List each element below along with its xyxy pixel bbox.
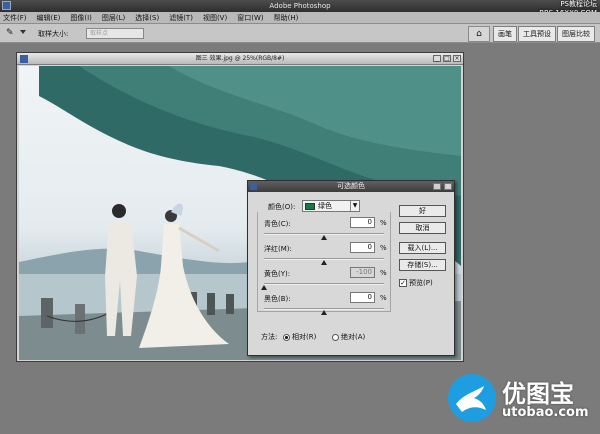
magenta-label: 洋红(M):: [264, 245, 292, 253]
checkmark-icon[interactable]: ✓: [399, 279, 407, 287]
brush-palette-icon[interactable]: ⌂: [468, 26, 490, 42]
black-slider-thumb[interactable]: [321, 310, 327, 315]
method-absolute-radio[interactable]: 绝对(A): [332, 332, 365, 342]
eyedropper-icon[interactable]: ✎: [6, 28, 18, 39]
dialog-close-icon[interactable]: ×: [444, 183, 452, 190]
method-relative-radio[interactable]: 相对(R): [283, 332, 316, 342]
menu-edit[interactable]: 编辑(E): [37, 13, 61, 23]
document-ps-icon: [20, 55, 28, 63]
menu-select[interactable]: 选择(S): [135, 13, 159, 23]
logo-url: utobao.com: [502, 405, 589, 420]
tab-tool-presets[interactable]: 工具预设: [518, 26, 556, 42]
cyan-label: 青色(C):: [264, 220, 291, 228]
sample-size-label: 取样大小:: [38, 30, 69, 38]
yellow-input[interactable]: -100: [350, 267, 375, 278]
yellow-unit: %: [380, 269, 387, 277]
sliders-group: 青色(C): 0 % 洋红(M): 0 % 黄色(Y): -100 % 黑色(B…: [257, 212, 391, 315]
tab-layer-comps[interactable]: 图层比较: [557, 26, 595, 42]
selective-color-dialog: 可选颜色 × 颜色(O): 绿色 ▼ 青色(C): 0 % 洋红(M): 0 %…: [247, 180, 455, 356]
color-select-value: 绿色: [318, 202, 332, 210]
menu-filter[interactable]: 滤镜(T): [169, 13, 193, 23]
black-label: 黑色(B):: [264, 295, 291, 303]
menu-image[interactable]: 图像(I): [70, 13, 92, 23]
close-icon[interactable]: ×: [453, 55, 461, 62]
maximize-icon[interactable]: □: [443, 55, 451, 62]
menu-help[interactable]: 帮助(H): [274, 13, 299, 23]
sample-size-select[interactable]: 取样点: [86, 28, 144, 39]
menu-bar: 文件(F) 编辑(E) 图像(I) 图层(L) 选择(S) 滤镜(T) 视图(V…: [0, 12, 600, 24]
menu-layer[interactable]: 图层(L): [102, 13, 125, 23]
radio-selected-icon[interactable]: [283, 333, 290, 341]
magenta-unit: %: [380, 244, 387, 252]
radio-unselected-icon[interactable]: [332, 333, 339, 341]
menu-window[interactable]: 窗口(W): [237, 13, 263, 23]
magenta-input[interactable]: 0: [350, 242, 375, 253]
dialog-ps-icon: [250, 183, 257, 190]
chevron-down-icon[interactable]: ▼: [350, 201, 359, 211]
document-title: 图三 效果.jpg @ 25%(RGB/8#): [195, 55, 285, 62]
app-titlebar: Adobe Photoshop PS教程论坛 BBS.16XX8.COM: [0, 0, 600, 17]
minimize-icon[interactable]: _: [433, 55, 441, 62]
menu-file[interactable]: 文件(F): [3, 13, 27, 23]
tool-preset-arrow-icon[interactable]: [20, 30, 26, 34]
black-unit: %: [380, 294, 387, 302]
app-title: Adobe Photoshop: [269, 2, 331, 10]
preview-checkbox[interactable]: ✓ 预览(P): [399, 278, 433, 288]
dialog-title: 可选颜色: [337, 182, 365, 190]
cyan-slider-thumb[interactable]: [321, 235, 327, 240]
tab-brushes[interactable]: 画笔: [493, 26, 517, 42]
color-label: 颜色(O):: [268, 203, 296, 211]
dialog-titlebar[interactable]: 可选颜色 ×: [248, 181, 454, 192]
color-swatch: [305, 202, 315, 210]
method-absolute-label: 绝对(A): [341, 333, 366, 341]
save-button[interactable]: 存储(S)...: [399, 259, 446, 271]
method-label: 方法:: [261, 333, 278, 341]
photoshop-app-icon: [2, 1, 11, 10]
cyan-input[interactable]: 0: [350, 217, 375, 228]
black-input[interactable]: 0: [350, 292, 375, 303]
ok-button[interactable]: 好: [399, 205, 446, 217]
utobao-logo: 优图宝 utobao.com: [448, 372, 598, 432]
logo-title: 优图宝: [502, 380, 574, 408]
document-titlebar[interactable]: 图三 效果.jpg @ 25%(RGB/8#) _ □ ×: [17, 53, 463, 65]
menu-view[interactable]: 视图(V): [203, 13, 227, 23]
cancel-button[interactable]: 取消: [399, 222, 446, 234]
yellow-slider-thumb[interactable]: [261, 285, 267, 290]
color-select[interactable]: 绿色 ▼: [302, 200, 360, 212]
bird-logo-icon: [448, 374, 496, 422]
load-button[interactable]: 载入(L)...: [399, 242, 446, 254]
yellow-label: 黄色(Y):: [264, 270, 291, 278]
panel-well: ⌂ 画笔 工具预设 图层比较: [468, 26, 596, 42]
dialog-minimize-icon[interactable]: [433, 183, 441, 190]
magenta-slider-thumb[interactable]: [321, 260, 327, 265]
method-relative-label: 相对(R): [292, 333, 317, 341]
preview-label: 预览(P): [409, 279, 433, 287]
tool-options-bar: ✎ 取样大小: 取样点 ⌂ 画笔 工具预设 图层比较: [0, 24, 600, 43]
yellow-slider-track[interactable]: [264, 283, 384, 285]
cyan-unit: %: [380, 219, 387, 227]
watermark-line-1: PS教程论坛: [560, 0, 597, 8]
